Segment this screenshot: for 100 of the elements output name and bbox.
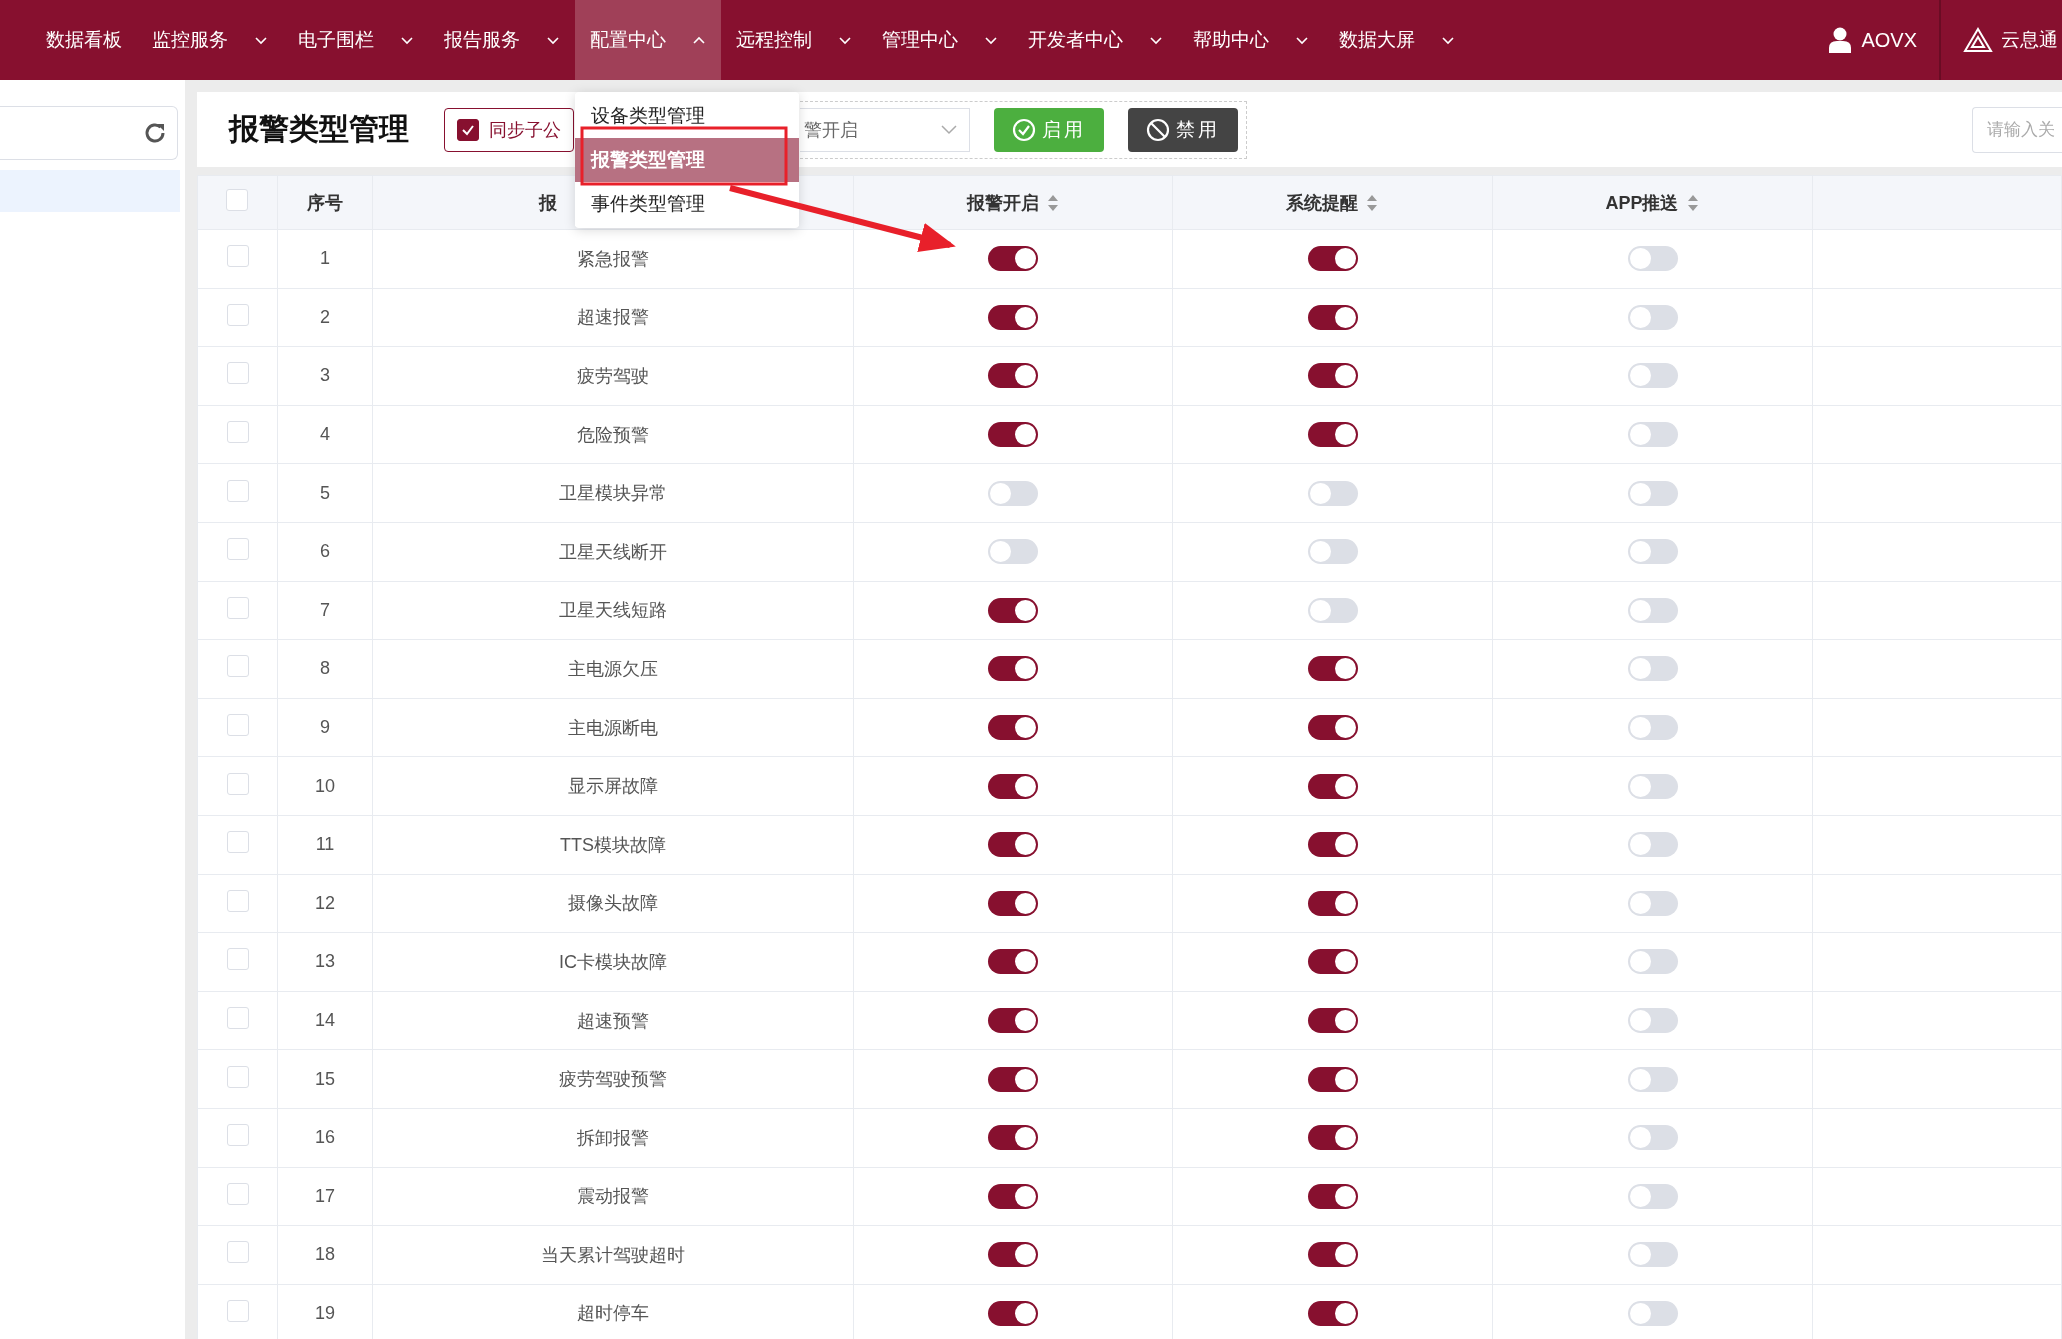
table-cell: 11 [315, 834, 335, 855]
toggle-switch[interactable] [1627, 1242, 1678, 1268]
toggle-switch[interactable] [1307, 1066, 1358, 1092]
toggle-switch[interactable] [1307, 1008, 1358, 1033]
dropdown-menu-item[interactable]: 事件类型管理 [575, 182, 799, 226]
dropdown-menu-item[interactable]: 报警类型管理 [575, 138, 799, 182]
toggle-switch[interactable] [1307, 1242, 1358, 1268]
user-name[interactable]: AOVX [1861, 28, 1917, 52]
toggle-switch[interactable] [1627, 773, 1678, 799]
toggle-switch[interactable] [1307, 890, 1358, 916]
toggle-switch[interactable] [1307, 480, 1358, 506]
toggle-switch[interactable] [988, 890, 1038, 916]
nav-menu-item[interactable]: 数据大屏 [1324, 0, 1470, 80]
toggle-switch[interactable] [988, 422, 1038, 448]
toggle-switch[interactable] [988, 304, 1038, 330]
toggle-switch[interactable] [1627, 715, 1678, 741]
table-cell: 2 [320, 306, 330, 327]
toggle-switch[interactable] [988, 1125, 1038, 1151]
toggle-switch[interactable] [1627, 890, 1678, 916]
toggle-switch[interactable] [1307, 304, 1358, 330]
column-header: 序号 [306, 191, 343, 215]
nav-menu-item[interactable]: 监控服务 [137, 0, 283, 80]
nav-menu-item[interactable]: 管理中心 [867, 0, 1013, 80]
toggle-switch[interactable] [988, 1183, 1038, 1209]
table-cell: 当天累计驾驶超时 [541, 1244, 685, 1265]
toggle-switch[interactable] [988, 832, 1038, 858]
disable-button[interactable]: 禁用 [1128, 107, 1238, 152]
toggle-switch[interactable] [1307, 246, 1358, 272]
toggle-switch[interactable] [988, 597, 1038, 623]
table-cell: 7 [320, 599, 330, 620]
toggle-switch[interactable] [1627, 246, 1678, 272]
nav-menu-item[interactable]: 配置中心 [575, 0, 721, 80]
toggle-switch[interactable] [1627, 1066, 1678, 1092]
nav-menu-item[interactable]: 报告服务 [429, 0, 575, 80]
toggle-switch[interactable] [1627, 597, 1678, 623]
toggle-switch[interactable] [988, 656, 1038, 682]
column-header: 系统提醒 [1286, 191, 1358, 215]
toggle-switch[interactable] [988, 949, 1038, 975]
table-cell: 9 [320, 717, 330, 738]
toggle-switch[interactable] [988, 363, 1038, 389]
column-header: 报 [539, 191, 557, 215]
search-field[interactable]: 请输入关 [1972, 106, 2062, 153]
toggle-switch[interactable] [988, 1242, 1038, 1268]
table-cell: 主电源欠压 [568, 658, 658, 679]
toggle-switch[interactable] [1307, 422, 1358, 448]
sort-icon[interactable] [1046, 193, 1059, 212]
table-cell: 14 [315, 1010, 335, 1030]
toggle-switch[interactable] [1627, 539, 1678, 565]
toggle-switch[interactable] [988, 1301, 1038, 1326]
checkbox[interactable] [457, 118, 479, 141]
sort-icon[interactable] [1366, 193, 1378, 212]
nav-menu-item[interactable]: 开发者中心 [1013, 0, 1178, 80]
filter-select[interactable]: 警开启 [800, 107, 970, 152]
table-cell: 6 [320, 541, 330, 562]
toggle-switch[interactable] [1627, 422, 1678, 448]
toggle-switch[interactable] [1307, 949, 1358, 975]
toggle-switch[interactable] [1627, 480, 1678, 506]
table-cell: 显示屏故障 [568, 776, 658, 797]
toggle-switch[interactable] [988, 539, 1038, 565]
toggle-switch[interactable] [1307, 656, 1358, 682]
toggle-switch[interactable] [988, 246, 1038, 272]
toggle-switch[interactable] [988, 773, 1038, 799]
toggle-switch[interactable] [988, 1008, 1038, 1033]
toggle-switch[interactable] [1307, 1125, 1358, 1151]
table-cell: 12 [315, 892, 335, 913]
dropdown-menu-item[interactable]: 设备类型管理 [575, 94, 799, 138]
sort-icon[interactable] [1686, 193, 1699, 212]
toggle-switch[interactable] [1307, 363, 1358, 389]
nav-menu-item[interactable]: 帮助中心 [1178, 0, 1324, 80]
toggle-switch[interactable] [1307, 1183, 1358, 1209]
toggle-switch[interactable] [1307, 1301, 1358, 1326]
toggle-switch[interactable] [1627, 656, 1678, 682]
toggle-switch[interactable] [1627, 304, 1678, 330]
toggle-switch[interactable] [1307, 597, 1358, 623]
toggle-switch[interactable] [1627, 1008, 1678, 1033]
sync-checkbox[interactable]: 同步子公 [444, 107, 574, 152]
toggle-switch[interactable] [1307, 539, 1358, 565]
toggle-switch[interactable] [988, 480, 1038, 506]
toggle-switch[interactable] [1307, 773, 1358, 799]
sidebar-search-field[interactable] [0, 106, 178, 160]
toggle-switch[interactable] [988, 1066, 1038, 1092]
toggle-switch[interactable] [1627, 949, 1678, 975]
toggle-switch[interactable] [1627, 1301, 1678, 1326]
chevron-icon [941, 124, 957, 135]
nav-menu-item[interactable]: 远程控制 [721, 0, 867, 80]
user-icon [1829, 27, 1852, 53]
toggle-switch[interactable] [1627, 1183, 1678, 1209]
nav-menu-item[interactable]: 电子围栏 [283, 0, 429, 80]
logo-icon [1963, 27, 1993, 53]
toggle-switch[interactable] [1627, 832, 1678, 858]
table-cell: 18 [315, 1244, 335, 1265]
toggle-switch[interactable] [1627, 363, 1678, 389]
refresh-icon[interactable] [143, 121, 167, 145]
toggle-switch[interactable] [1307, 715, 1358, 741]
table-cell: TTS模块故障 [560, 834, 666, 855]
toggle-switch[interactable] [1307, 832, 1358, 858]
toggle-switch[interactable] [1627, 1125, 1678, 1151]
brand-name: 云息通 [2001, 28, 2058, 52]
nav-menu-item[interactable]: 数据看板 [31, 0, 137, 80]
toggle-switch[interactable] [988, 715, 1038, 741]
